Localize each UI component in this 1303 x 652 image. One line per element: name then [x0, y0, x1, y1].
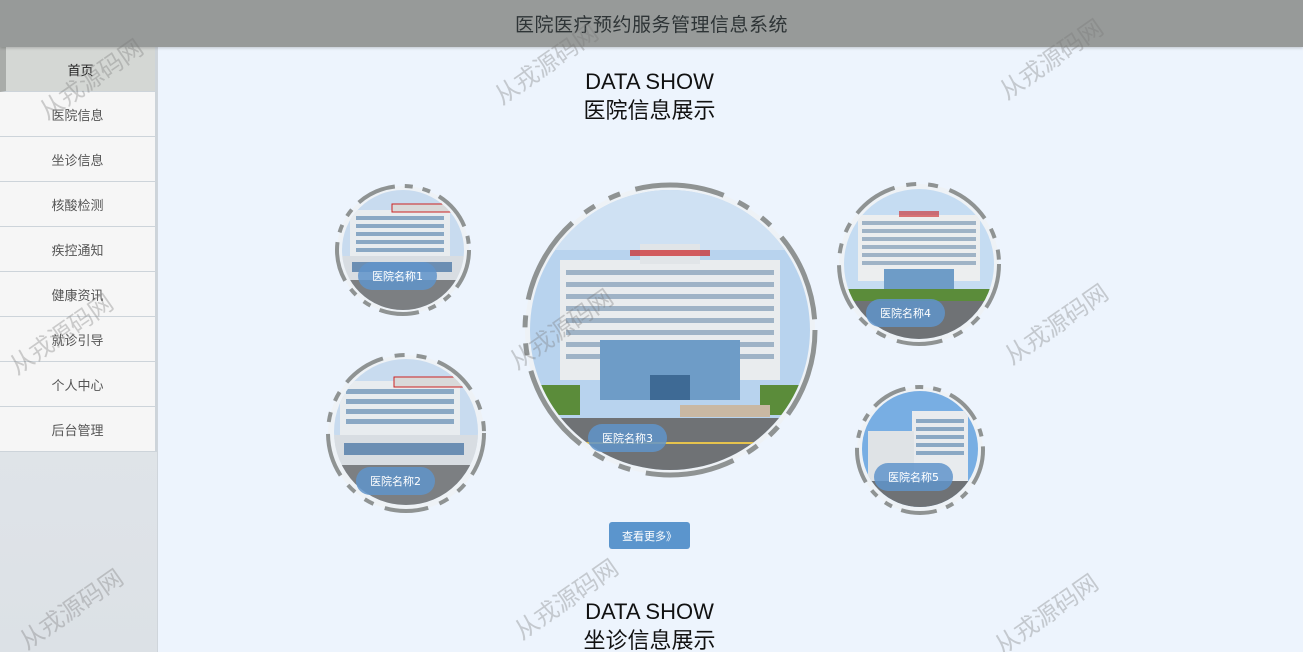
sidebar-item-home[interactable]: 首页: [0, 47, 157, 92]
hospital-name-label[interactable]: 医院名称4: [866, 299, 945, 327]
hospital-card-5[interactable]: 医院名称5: [850, 381, 990, 519]
sidebar-item-label: 个人中心: [51, 378, 104, 394]
section-title-cn: 医院信息展示: [583, 99, 716, 124]
sidebar-item-cdc-notice[interactable]: 疾控通知: [0, 227, 157, 272]
sidebar-item-label: 疾控通知: [51, 243, 104, 259]
section-title-en: DATA SHOW: [585, 69, 714, 94]
hospital-photo: [342, 190, 464, 310]
sidebar-item-personal-center[interactable]: 个人中心: [0, 362, 157, 407]
hospital-card-4[interactable]: 医院名称4: [830, 179, 1008, 349]
sidebar-item-label: 首页: [67, 63, 94, 79]
sidebar-item-health-news[interactable]: 健康资讯: [0, 272, 157, 317]
hospital-photo: [530, 190, 810, 470]
sidebar-item-label: 后台管理: [51, 423, 104, 439]
sidebar-item-visit-guide[interactable]: 就诊引导: [0, 317, 157, 362]
sidebar-item-label: 医院信息: [51, 108, 104, 124]
sidebar-item-label: 健康资讯: [51, 288, 104, 304]
section-title-clinic: DATA SHOW 坐诊信息展示: [158, 597, 1141, 652]
sidebar-item-label: 坐诊信息: [51, 153, 104, 169]
sidebar-item-label: 就诊引导: [51, 333, 104, 349]
sidebar-item-hospital-info[interactable]: 医院信息: [0, 92, 157, 137]
hospital-name-label[interactable]: 医院名称3: [588, 424, 667, 452]
hospital-card-2[interactable]: 医院名称2: [320, 349, 492, 517]
sidebar-item-label: 核酸检测: [51, 198, 104, 214]
section-title-hospital: DATA SHOW 医院信息展示: [158, 67, 1141, 127]
main-content: DATA SHOW 医院信息展示 医院名称1 医院名称2 医院名称3 医院名称4…: [158, 47, 1303, 652]
app-title: 医院医疗预约服务管理信息系统: [514, 14, 788, 36]
section-title-en: DATA SHOW: [585, 599, 714, 624]
top-header: 医院医疗预约服务管理信息系统: [0, 0, 1303, 47]
sidebar-item-nucleic-test[interactable]: 核酸检测: [0, 182, 157, 227]
sidebar-item-admin[interactable]: 后台管理: [0, 407, 157, 452]
sidebar-item-clinic-info[interactable]: 坐诊信息: [0, 137, 157, 182]
hospital-name-label[interactable]: 医院名称1: [358, 262, 437, 290]
view-more-button[interactable]: 查看更多》: [609, 522, 690, 549]
hospital-name-label[interactable]: 医院名称2: [356, 467, 435, 495]
hospital-card-1[interactable]: 医院名称1: [330, 182, 476, 318]
sidebar-nav: 首页 医院信息 坐诊信息 核酸检测 疾控通知 健康资讯 就诊引导 个人中心 后台…: [0, 47, 158, 652]
section-title-cn: 坐诊信息展示: [583, 629, 716, 652]
hospital-name-label[interactable]: 医院名称5: [874, 463, 953, 491]
hospital-card-3[interactable]: 医院名称3: [518, 180, 822, 480]
